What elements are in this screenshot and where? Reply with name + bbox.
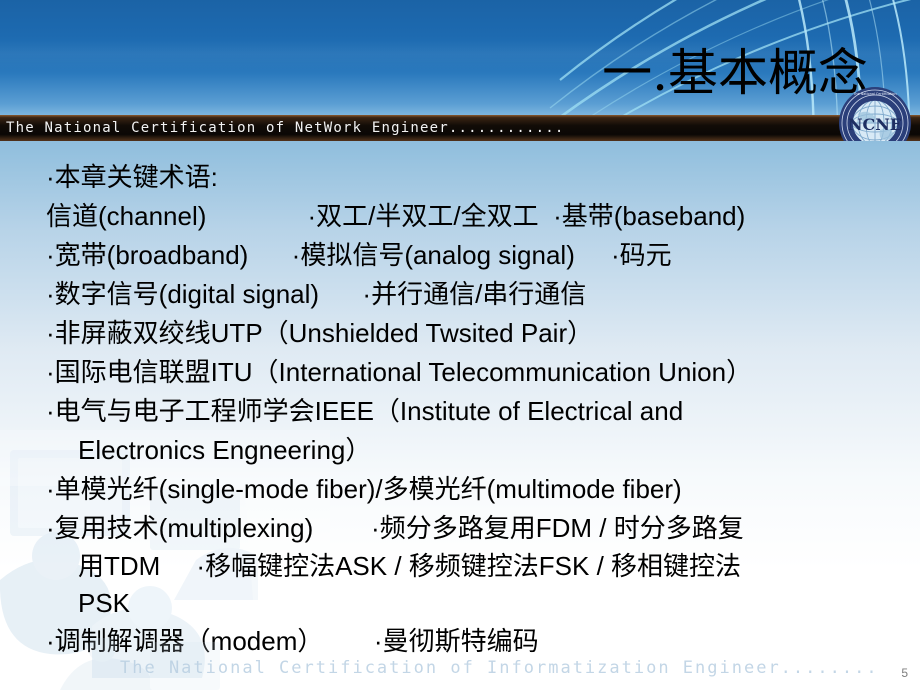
page-number: 5 <box>901 666 908 680</box>
ncne-logo-text: NCNE <box>848 115 902 134</box>
content-line: ·非屏蔽双绞线UTP（Unshielded Twsited Pair） <box>46 318 594 348</box>
page-title: 一.基本概念 <box>602 44 868 102</box>
content-line: ·宽带(broadband) ·模拟信号(analog signal) ·码元 <box>46 240 672 270</box>
slide-content-text: ·本章关键术语: 信道(channel) ·双工/半双工/全双工 ·基带(bas… <box>46 158 908 661</box>
content-line: PSK <box>78 588 131 618</box>
banner-text: The National Certification of NetWork En… <box>6 120 565 136</box>
footer-watermark-text: The National Certification of Informatiz… <box>120 658 879 678</box>
content-line: ·电气与电子工程师学会IEEE（Institute of Electrical … <box>46 396 684 426</box>
slide-header: 一.基本概念 <box>0 0 920 118</box>
content-line: 信道(channel) ·双工/半双工/全双工 ·基带(baseband) <box>46 201 746 231</box>
presentation-slide: 一.基本概念 The National Certification of Net… <box>0 0 920 690</box>
content-line: ·单模光纤(single-mode fiber)/多模光纤(multimode … <box>46 474 682 504</box>
content-line: ·复用技术(multiplexing) ·频分多路复用FDM / 时分多路复 <box>46 513 744 543</box>
content-line: ·调制解调器（modem） ·曼彻斯特编码 <box>46 626 539 656</box>
svg-text:The National Certification: The National Certification <box>852 92 896 96</box>
content-line: ·本章关键术语: <box>46 162 218 192</box>
content-line: Electronics Engneering） <box>78 435 372 465</box>
content-line: ·数字信号(digital signal) ·并行通信/串行通信 <box>46 279 587 309</box>
content-line: ·国际电信联盟ITU（International Telecommunicati… <box>46 357 753 387</box>
content-line: 用TDM ·移幅键控法ASK / 移频键控法FSK / 移相键控法 <box>78 551 742 581</box>
